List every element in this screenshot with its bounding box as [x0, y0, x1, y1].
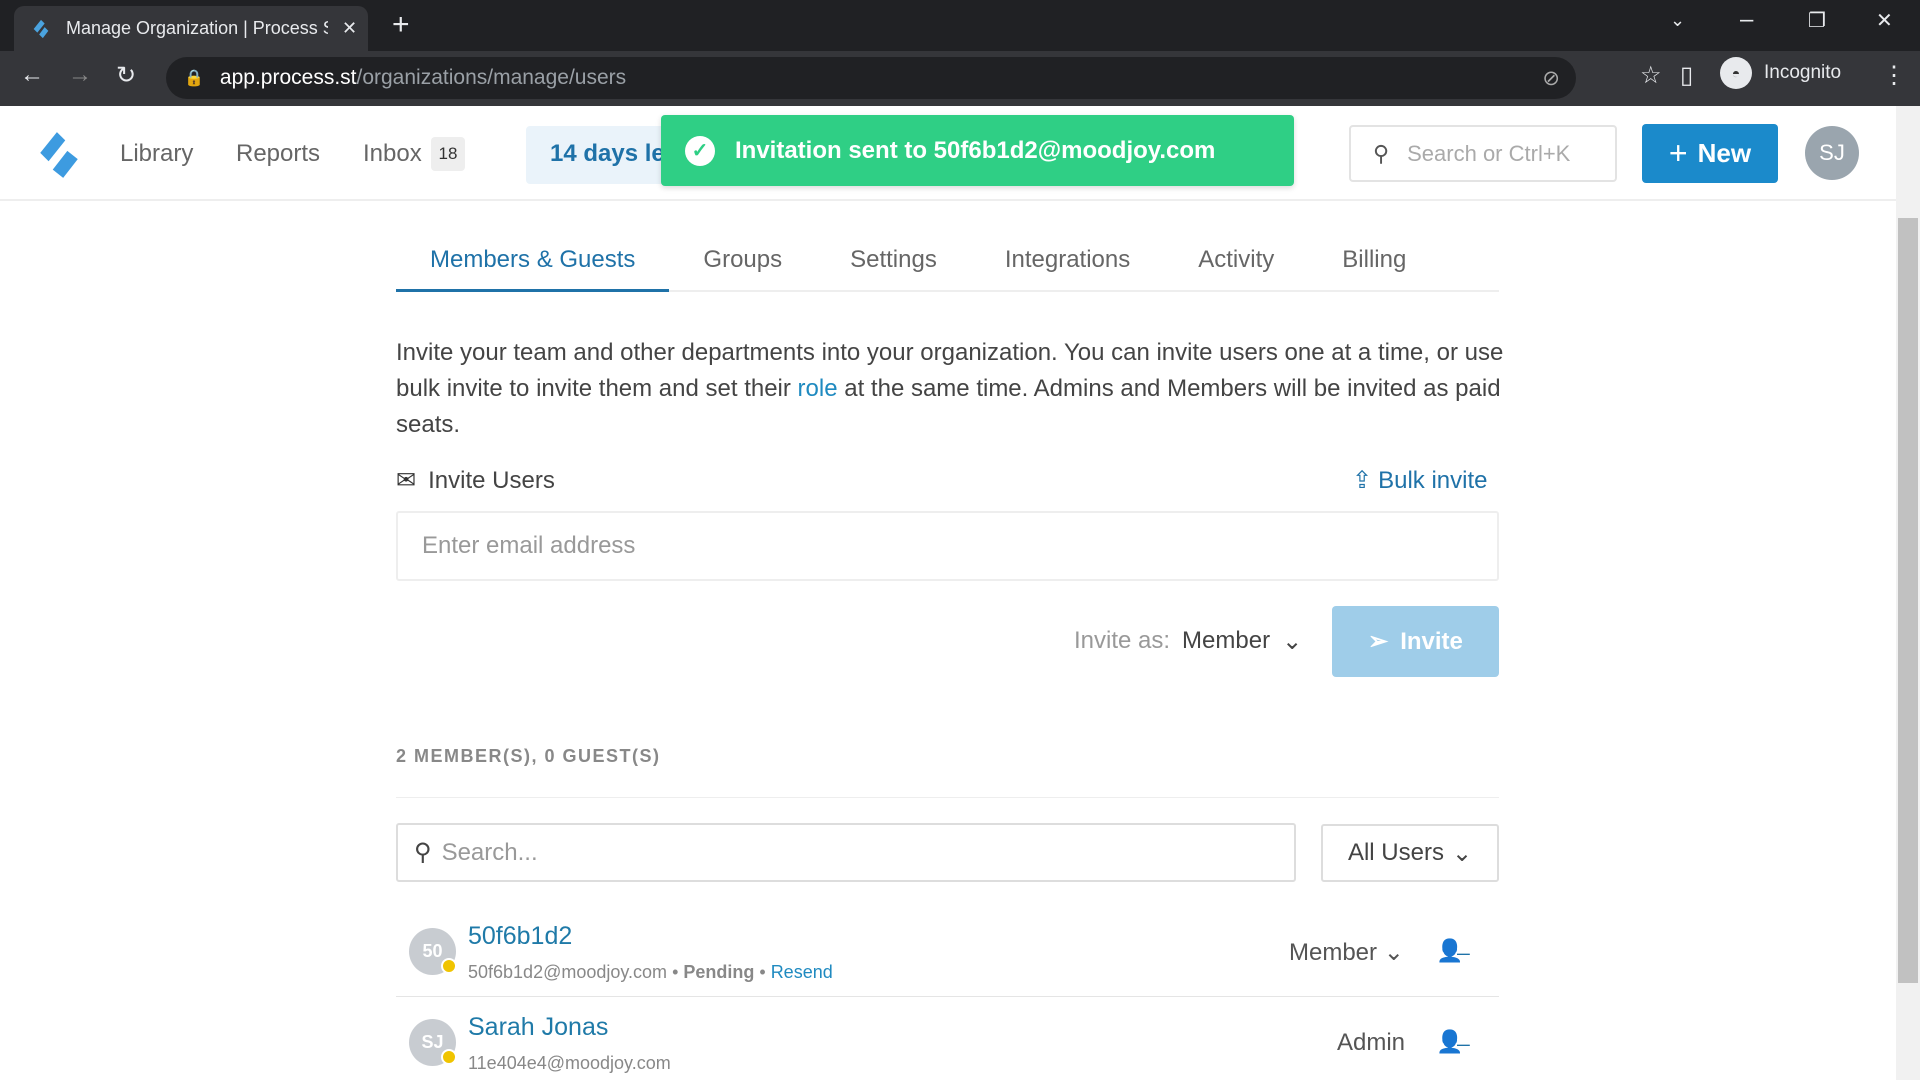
- status-badge: Pending: [683, 962, 755, 982]
- url-path: /organizations/manage/users: [356, 66, 627, 89]
- invite-button[interactable]: ➢ Invite: [1332, 606, 1499, 677]
- member-email: 11e404e4@moodjoy.com: [468, 1053, 671, 1073]
- member-row: 50 50f6b1d2 50f6b1d2@moodjoy.com • Pendi…: [396, 906, 1499, 996]
- nav-reports[interactable]: Reports: [236, 140, 320, 168]
- paper-plane-icon: ➢: [1368, 628, 1389, 655]
- invite-role-value: Member: [1182, 627, 1271, 654]
- tab-groups[interactable]: Groups: [669, 236, 816, 292]
- restore-icon[interactable]: ❐: [1808, 8, 1826, 33]
- org-tabs: Members & Guests Groups Settings Integra…: [396, 236, 1499, 292]
- member-row: SJ Sarah Jonas 11e404e4@moodjoy.com Admi…: [396, 997, 1499, 1087]
- user-filter-dropdown[interactable]: All Users ⌄: [1321, 824, 1499, 882]
- user-avatar[interactable]: SJ: [1805, 126, 1859, 180]
- resend-link[interactable]: Resend: [771, 962, 833, 982]
- profile-label: Incognito: [1764, 62, 1842, 83]
- reload-icon[interactable]: ↻: [116, 61, 136, 90]
- email-input[interactable]: [396, 511, 1499, 581]
- member-name[interactable]: 50f6b1d2: [468, 922, 572, 951]
- chevron-down-icon: ⌄: [1282, 628, 1303, 655]
- toast-message: Invitation sent to 50f6b1d2@moodjoy.com: [735, 136, 1216, 164]
- remove-user-icon[interactable]: 👤̶: [1436, 938, 1463, 964]
- member-role: Admin: [1337, 1029, 1406, 1056]
- member-name[interactable]: Sarah Jonas: [468, 1013, 608, 1042]
- browser-tab-strip: Manage Organization | Process St ✕ + ⌄ –…: [0, 0, 1920, 51]
- bulk-invite-label: Bulk invite: [1378, 466, 1488, 494]
- role-link[interactable]: role: [798, 375, 838, 402]
- global-search[interactable]: ⚲ Search or Ctrl+K: [1349, 125, 1617, 182]
- tab-billing[interactable]: Billing: [1308, 236, 1440, 292]
- profile-button[interactable]: ◓ Incognito: [1720, 57, 1841, 89]
- scrollbar-thumb[interactable]: [1898, 218, 1918, 983]
- tab-settings[interactable]: Settings: [816, 236, 971, 292]
- invite-as-select[interactable]: Invite as: Member ⌄: [1074, 627, 1302, 656]
- remove-user-icon[interactable]: 👤̶: [1436, 1029, 1463, 1055]
- minimize-icon[interactable]: –: [1740, 6, 1753, 34]
- close-tab-icon[interactable]: ✕: [342, 18, 357, 39]
- nav-inbox[interactable]: Inbox: [363, 140, 422, 168]
- side-panel-icon[interactable]: ▯: [1680, 61, 1693, 90]
- member-email: 50f6b1d2@moodjoy.com: [468, 962, 668, 982]
- role-value: Member: [1289, 939, 1378, 966]
- tab-search-chevron-icon[interactable]: ⌄: [1670, 10, 1685, 31]
- member-meta: 50f6b1d2@moodjoy.com • Pending • Resend: [468, 962, 833, 982]
- check-circle-icon: ✓: [685, 135, 715, 166]
- tab-members-guests[interactable]: Members & Guests: [396, 236, 670, 292]
- process-street-favicon-icon: [33, 19, 49, 38]
- eye-off-icon[interactable]: ⊘: [1542, 66, 1560, 91]
- inbox-count-badge: 18: [431, 137, 465, 171]
- pending-indicator-icon: [441, 958, 457, 974]
- search-icon: ⚲: [414, 839, 432, 866]
- member-search[interactable]: ⚲: [396, 823, 1296, 882]
- filter-value: All Users: [1347, 839, 1444, 866]
- member-role-dropdown[interactable]: Member ⌄: [1289, 938, 1404, 967]
- url-host: app.process.st: [219, 66, 357, 89]
- nav-library[interactable]: Library: [120, 140, 193, 168]
- member-search-input[interactable]: [441, 838, 1242, 867]
- new-label: New: [1697, 138, 1752, 168]
- process-street-logo[interactable]: [34, 130, 84, 180]
- invite-users-label: Invite Users: [428, 466, 555, 494]
- search-placeholder: Search or Ctrl+K: [1407, 140, 1571, 166]
- invite-as-label: Invite as:: [1074, 627, 1171, 654]
- chevron-down-icon: ⌄: [1451, 839, 1473, 867]
- tab-integrations[interactable]: Integrations: [971, 236, 1164, 292]
- tab-title: Manage Organization | Process St: [66, 18, 328, 38]
- browser-tab[interactable]: Manage Organization | Process St ✕: [14, 6, 368, 51]
- success-toast: ✓ Invitation sent to 50f6b1d2@moodjoy.co…: [661, 115, 1294, 186]
- member-count: 2 MEMBER(S), 0 GUEST(S): [396, 746, 661, 766]
- tab-activity[interactable]: Activity: [1164, 236, 1308, 292]
- incognito-icon: ◓: [1720, 57, 1752, 89]
- back-icon[interactable]: ←: [20, 61, 44, 89]
- star-icon[interactable]: ☆: [1640, 61, 1662, 90]
- plus-icon: +: [1668, 135, 1688, 171]
- address-bar[interactable]: 🔒 app.process.st/organizations/manage/us…: [166, 57, 1576, 99]
- intro-text: Invite your team and other departments i…: [396, 335, 1506, 443]
- chevron-down-icon: ⌄: [1383, 939, 1404, 966]
- close-window-icon[interactable]: ✕: [1876, 8, 1893, 33]
- upload-icon: ⇪: [1352, 467, 1373, 494]
- menu-icon[interactable]: ⋮: [1882, 61, 1906, 90]
- status-indicator-icon: [441, 1049, 457, 1065]
- bulk-invite-link[interactable]: ⇪ Bulk invite: [1352, 466, 1488, 495]
- search-icon: ⚲: [1373, 140, 1390, 166]
- lock-icon: 🔒: [184, 70, 204, 87]
- envelope-icon: ✉: [396, 467, 417, 494]
- new-tab-icon[interactable]: +: [392, 8, 410, 42]
- new-button[interactable]: + New: [1642, 124, 1778, 183]
- invite-users-heading: ✉ Invite Users: [396, 466, 555, 495]
- invite-button-label: Invite: [1400, 627, 1463, 655]
- forward-icon[interactable]: →: [68, 61, 92, 89]
- divider: [396, 797, 1499, 798]
